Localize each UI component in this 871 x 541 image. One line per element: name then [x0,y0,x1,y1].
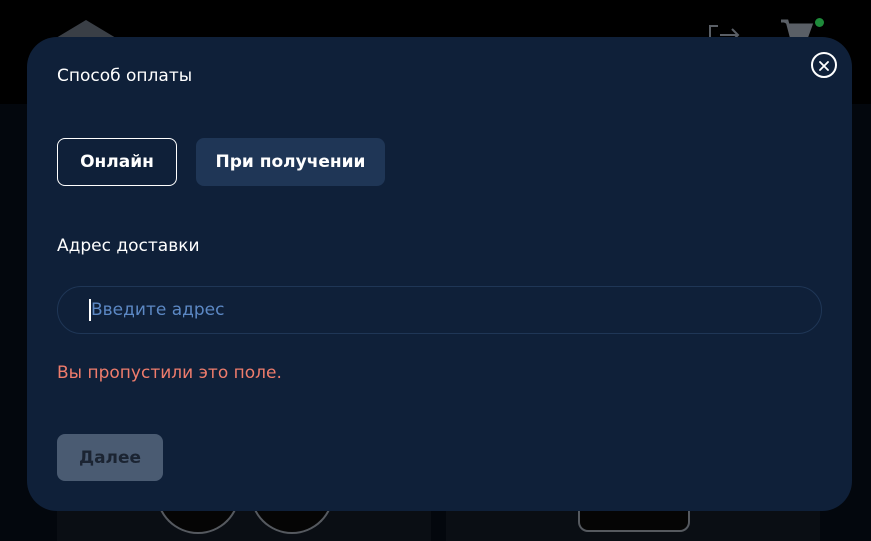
payment-method-label: Способ оплаты [57,66,193,86]
payment-option-online[interactable]: Онлайн [57,138,177,186]
close-button[interactable] [811,52,837,78]
delivery-address-label: Адрес доставки [57,236,200,256]
next-button[interactable]: Далее [57,434,163,481]
address-input[interactable]: Введите адрес [57,286,822,334]
address-placeholder: Введите адрес [91,300,225,320]
payment-modal: Способ оплаты Онлайн При получении Адрес… [27,37,852,511]
error-message: Вы пропустили это поле. [57,363,282,383]
payment-option-on-delivery[interactable]: При получении [196,138,385,186]
close-icon [819,56,829,75]
cart-badge [815,18,824,27]
